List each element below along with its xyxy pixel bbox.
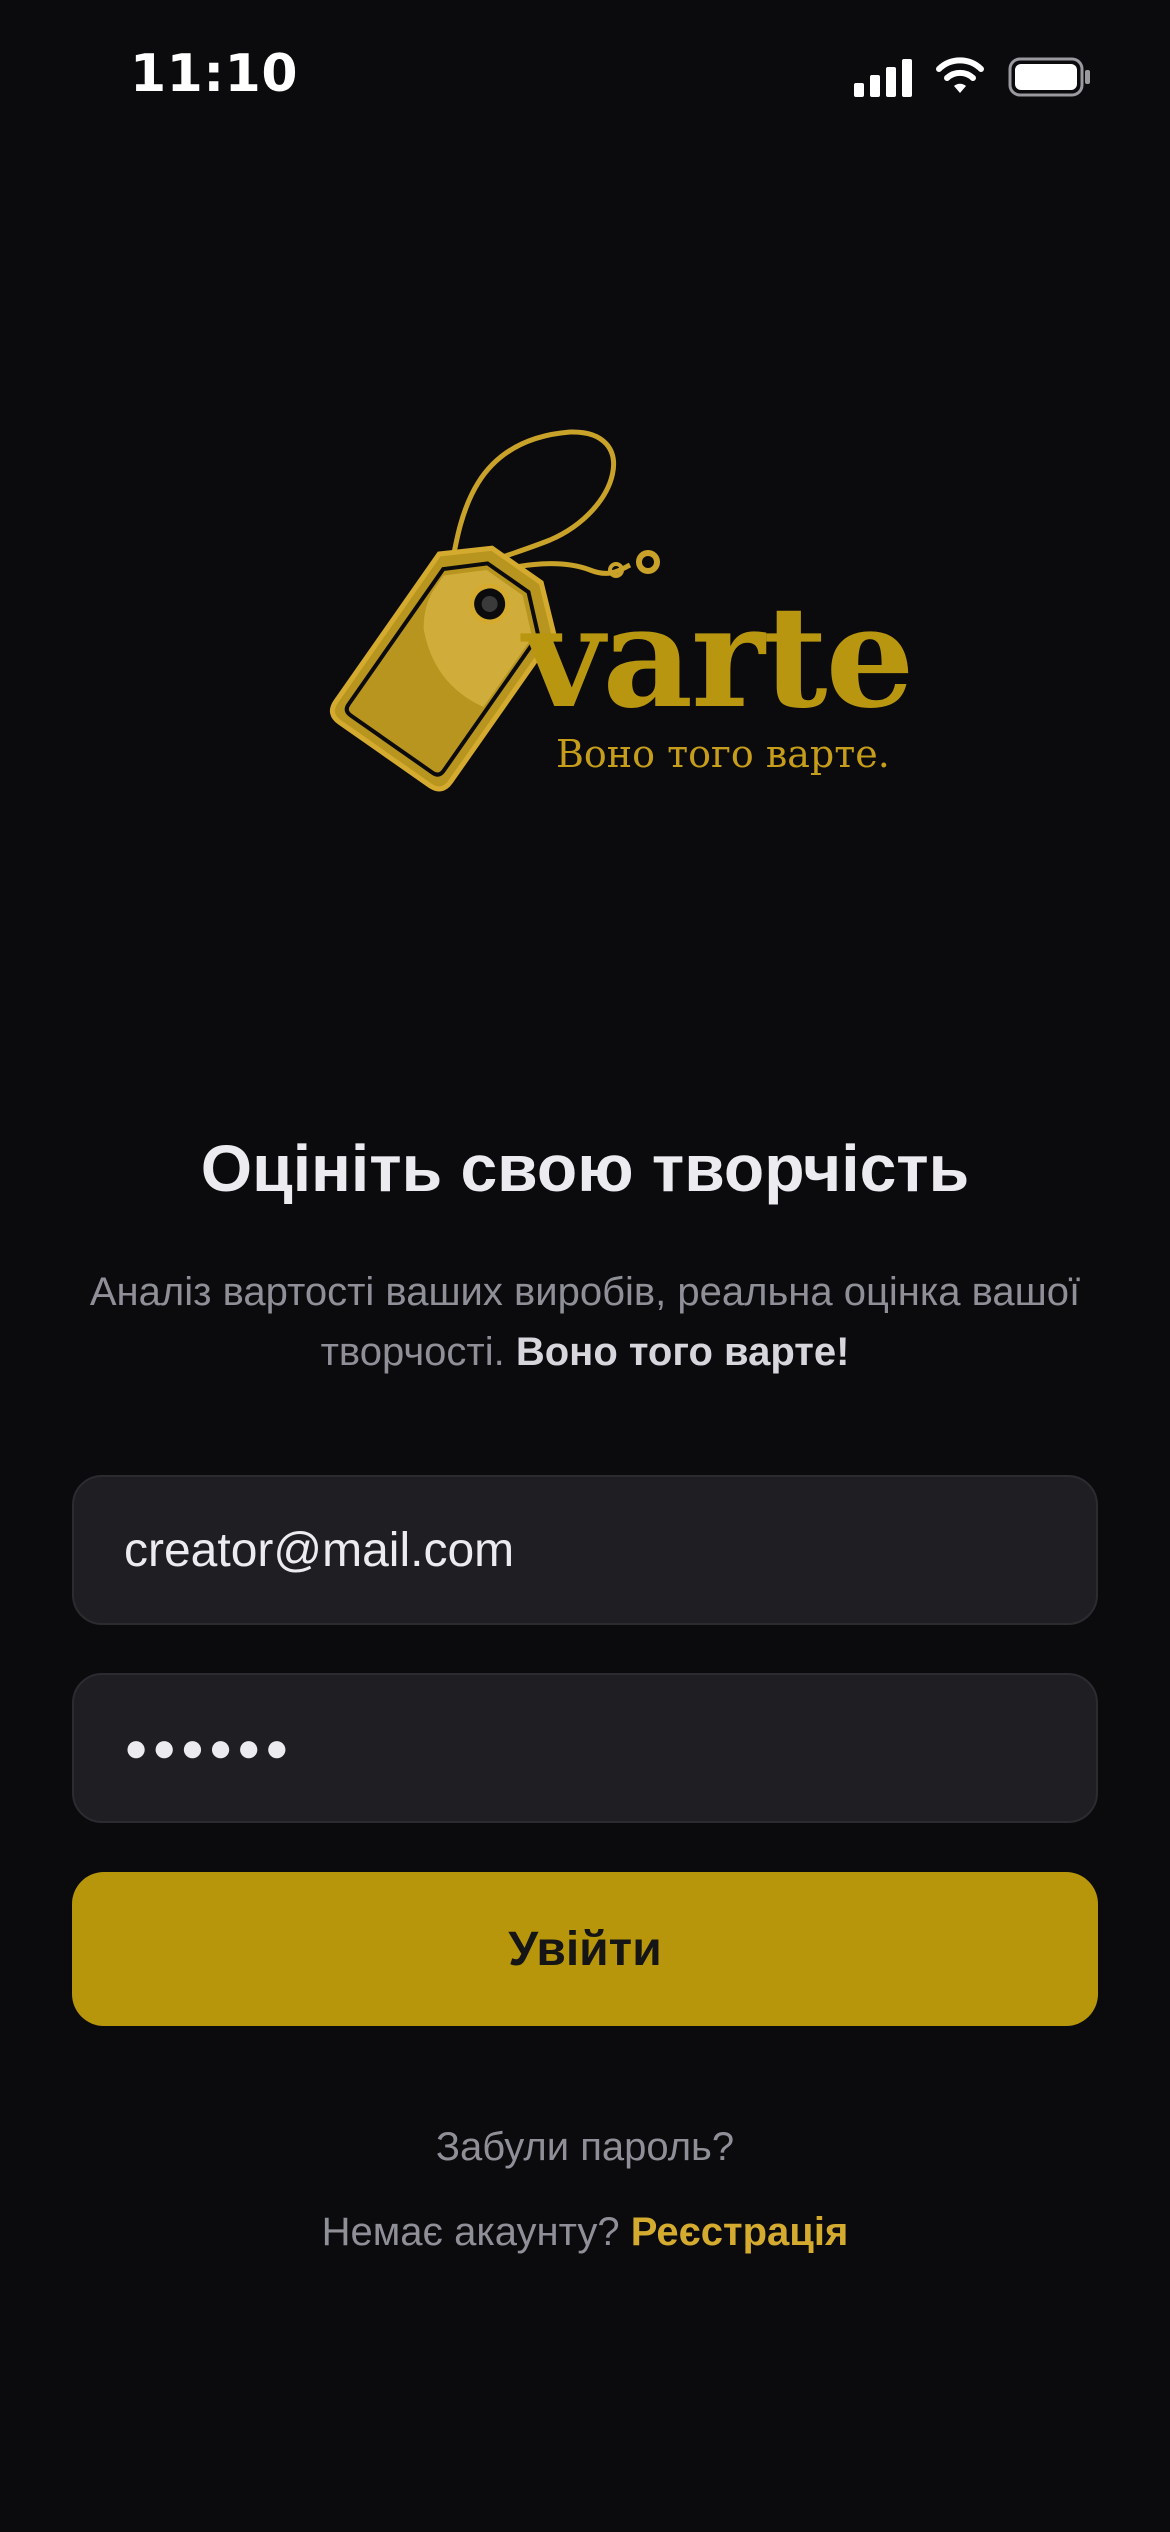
password-value: ●●●●●●: [124, 1725, 293, 1770]
status-icons: [854, 52, 1092, 102]
subtitle-emphasis: Воно того варте!: [515, 1330, 850, 1374]
wifi-icon: [934, 57, 986, 97]
page-subtitle: Аналіз вартості ваших виробів, реальна о…: [85, 1262, 1085, 1382]
page-title: Оцініть свою творчість: [200, 1131, 970, 1205]
password-field[interactable]: ●●●●●●: [72, 1673, 1098, 1823]
register-link[interactable]: Реєстрація: [631, 2210, 849, 2254]
forgot-password-link[interactable]: Забули пароль?: [0, 2125, 1170, 2170]
register-prompt: Немає акаунту? Реєстрація: [0, 2210, 1170, 2255]
cellular-signal-icon: [854, 57, 912, 97]
email-field[interactable]: creator@mail.com: [72, 1475, 1098, 1625]
email-value: creator@mail.com: [124, 1523, 515, 1577]
logo-wordmark: varte: [523, 576, 915, 740]
status-bar: 11:10: [0, 0, 1170, 150]
no-account-text: Немає акаунту?: [321, 2210, 620, 2254]
login-button[interactable]: Увійти: [72, 1872, 1098, 2026]
status-time: 11:10: [130, 44, 299, 104]
logo-tagline: Воно того варте.: [556, 732, 890, 776]
battery-icon: [1008, 56, 1092, 98]
varte-logo: varte Воно того варте.: [290, 420, 915, 800]
login-screen: 11:10 varte Воно того варте. Оцініть сво…: [0, 0, 1170, 2532]
